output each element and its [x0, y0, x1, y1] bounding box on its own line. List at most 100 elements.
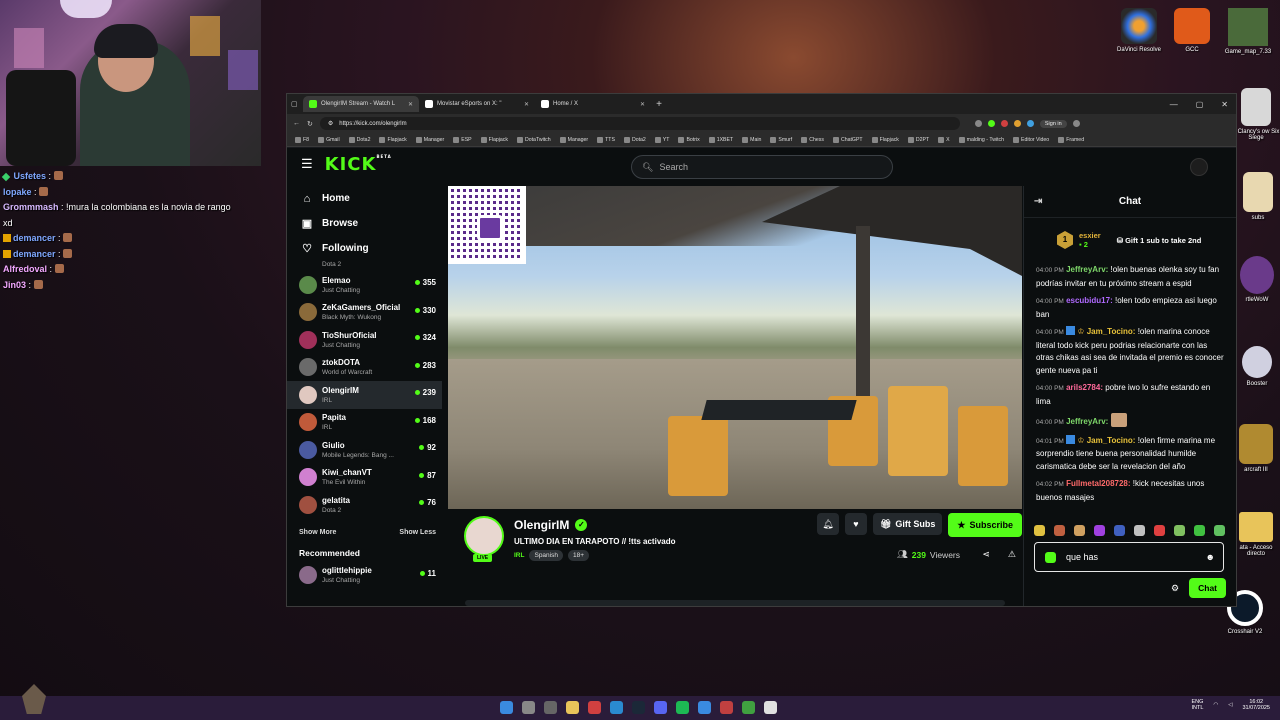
wifi-icon[interactable]: ◠ [1213, 702, 1218, 708]
chrome-icon[interactable] [588, 701, 601, 714]
back-icon[interactable]: ← [293, 120, 300, 127]
leader-name[interactable]: esxier [1079, 231, 1101, 240]
bookmark-item[interactable]: Chess [801, 136, 824, 143]
bookmark-item[interactable]: F8 [295, 136, 309, 143]
bookmark-item[interactable]: YT [654, 136, 669, 143]
steam-icon[interactable] [632, 701, 645, 714]
close-window-icon[interactable]: ✕ [1221, 100, 1228, 109]
emote-icon[interactable] [1054, 525, 1065, 536]
address-bar[interactable]: ⚙ https://kick.com/olengirlm [319, 117, 960, 130]
user-avatar[interactable] [1190, 158, 1208, 176]
show-more-button[interactable]: Show More [299, 529, 336, 536]
spotify-icon[interactable] [676, 701, 689, 714]
bookmark-item[interactable]: X [938, 136, 950, 143]
close-icon[interactable]: ✕ [524, 101, 529, 108]
sidebar-channel[interactable]: ztokDOTA World of Warcraft 283 [287, 354, 442, 382]
emote-icon[interactable] [1214, 525, 1225, 536]
collapse-chat-icon[interactable]: ⇥ [1034, 196, 1042, 207]
bookmark-item[interactable]: DotaTwitch [516, 136, 551, 143]
bookmark-item[interactable]: Editor Video [1013, 136, 1049, 143]
warcraft-icon[interactable]: arcraft III [1232, 424, 1280, 473]
telegram-icon[interactable] [698, 701, 711, 714]
message-user[interactable]: JeffreyArv: [1066, 417, 1108, 426]
siege-icon[interactable]: n Clancy's ow Six Siege [1232, 88, 1280, 141]
gift-cta[interactable]: ⛁ Gift 1 sub to take 2nd [1117, 236, 1202, 245]
emote-icon[interactable] [1154, 525, 1165, 536]
bookmark-item[interactable]: Dota2 [348, 136, 370, 143]
volume-icon[interactable]: ◁ [1228, 702, 1232, 708]
nav-home[interactable]: ⌂ Home [287, 186, 442, 211]
sidebar-channel[interactable]: ZeKaGamers_Oficial Black Myth: Wukong 330 [287, 299, 442, 327]
kick-logo[interactable]: KICKBETA [325, 154, 392, 175]
tab-actions-icon[interactable]: ▢ [291, 100, 303, 108]
sidebar-channel[interactable]: Papita IRL 168 [287, 409, 442, 437]
extension-icon[interactable] [1013, 120, 1021, 127]
message-user[interactable]: arils2784: [1066, 383, 1103, 392]
bookmark-item[interactable]: Flapjack [480, 136, 508, 143]
new-tab-icon[interactable]: + [651, 99, 667, 110]
refresh-icon[interactable]: ↻ [307, 120, 313, 128]
wow-icon[interactable]: rtleWoW [1234, 256, 1280, 303]
sidebar-channel[interactable]: Elemao Just Chatting 355 [287, 271, 442, 299]
map-icon[interactable]: Game_map_7.33 [1220, 8, 1276, 55]
explorer-icon[interactable] [566, 701, 579, 714]
emoji-icon[interactable]: ☻ [1206, 552, 1215, 562]
windows-start-icon[interactable] [500, 701, 513, 714]
maximize-icon[interactable]: ▢ [1196, 100, 1204, 109]
tab-x-home[interactable]: Home / X ✕ [535, 96, 651, 112]
bookmark-item[interactable]: Manager [559, 136, 588, 143]
bookmark-item[interactable]: Main [742, 136, 761, 143]
emote-icon[interactable] [1134, 525, 1145, 536]
menu-icon[interactable] [1072, 120, 1080, 127]
sidebar-channel[interactable]: TioShurOficial Just Chatting 324 [287, 326, 442, 354]
bookmark-item[interactable]: 1XBET [708, 136, 733, 143]
gift-subs-button[interactable]: 🎁︎ Gift Subs [872, 513, 943, 535]
emote-icon[interactable] [1074, 525, 1085, 536]
share-icon[interactable]: ⋖ [982, 549, 990, 560]
kick-emote-icon[interactable] [1045, 551, 1056, 563]
folder-icon[interactable]: ata - Acceso directo [1232, 512, 1280, 557]
settings-gear-icon[interactable]: ⚙ [1171, 583, 1179, 594]
taskview-icon[interactable] [544, 701, 557, 714]
bookmark-item[interactable]: Manager [415, 136, 444, 143]
bookmark-item[interactable]: TTS [597, 136, 615, 143]
bookmark-item[interactable]: Smurf [770, 136, 792, 143]
show-less-button[interactable]: Show Less [399, 529, 436, 536]
booster-icon[interactable]: Booster [1234, 346, 1280, 387]
close-icon[interactable]: ✕ [408, 101, 413, 108]
hamburger-icon[interactable]: ☰ [301, 156, 313, 172]
emote-icon[interactable] [1174, 525, 1185, 536]
site-info-icon[interactable]: ⚙ [328, 120, 333, 127]
search-icon[interactable] [522, 701, 535, 714]
sidebar-channel[interactable]: Giulio Mobile Legends: Bang ... 92 [287, 436, 442, 464]
message-user[interactable]: escubidu17: [1066, 296, 1113, 305]
message-user[interactable]: Jam_Tocino: [1087, 327, 1136, 336]
video-player[interactable] [448, 186, 1022, 509]
extension-icon[interactable] [1000, 120, 1008, 127]
bookmark-item[interactable]: Flapjack [379, 136, 407, 143]
app-icon[interactable] [720, 701, 733, 714]
bookmark-item[interactable]: Dota2 [623, 136, 646, 143]
tag-pill[interactable]: Spanish [529, 550, 563, 561]
emote-icon[interactable] [1094, 525, 1105, 536]
message-user[interactable]: JeffreyArv: [1066, 265, 1108, 274]
tab-kick[interactable]: OlengirIM Stream - Watch L ✕ [303, 96, 419, 112]
category-link[interactable]: IRL [514, 552, 524, 559]
follow-heart-icon[interactable]: ♥ [844, 513, 867, 535]
bookmark-item[interactable]: Framed [1058, 136, 1084, 143]
sign-in-button[interactable]: Sign in [1039, 119, 1067, 128]
channel-avatar[interactable] [464, 516, 504, 556]
bookmark-item[interactable]: malding - Twitch [958, 136, 1004, 143]
chat-input[interactable]: que has ☻ [1034, 542, 1224, 572]
bookmark-item[interactable]: D2PT [907, 136, 929, 143]
emote-icon[interactable] [1194, 525, 1205, 536]
zoom-icon[interactable] [974, 120, 982, 127]
bookmark-item[interactable]: Flapjack [871, 136, 899, 143]
report-icon[interactable]: ⚠ [1008, 549, 1016, 560]
bookmark-item[interactable]: ESP [453, 136, 472, 143]
emote-icon[interactable] [1034, 525, 1045, 536]
gcc-icon[interactable]: GCC [1170, 8, 1214, 53]
bookmark-item[interactable]: Botrix [678, 136, 700, 143]
subscribe-button[interactable]: ★ Subscribe [948, 513, 1022, 537]
message-user[interactable]: Jam_Tocino: [1087, 436, 1136, 445]
